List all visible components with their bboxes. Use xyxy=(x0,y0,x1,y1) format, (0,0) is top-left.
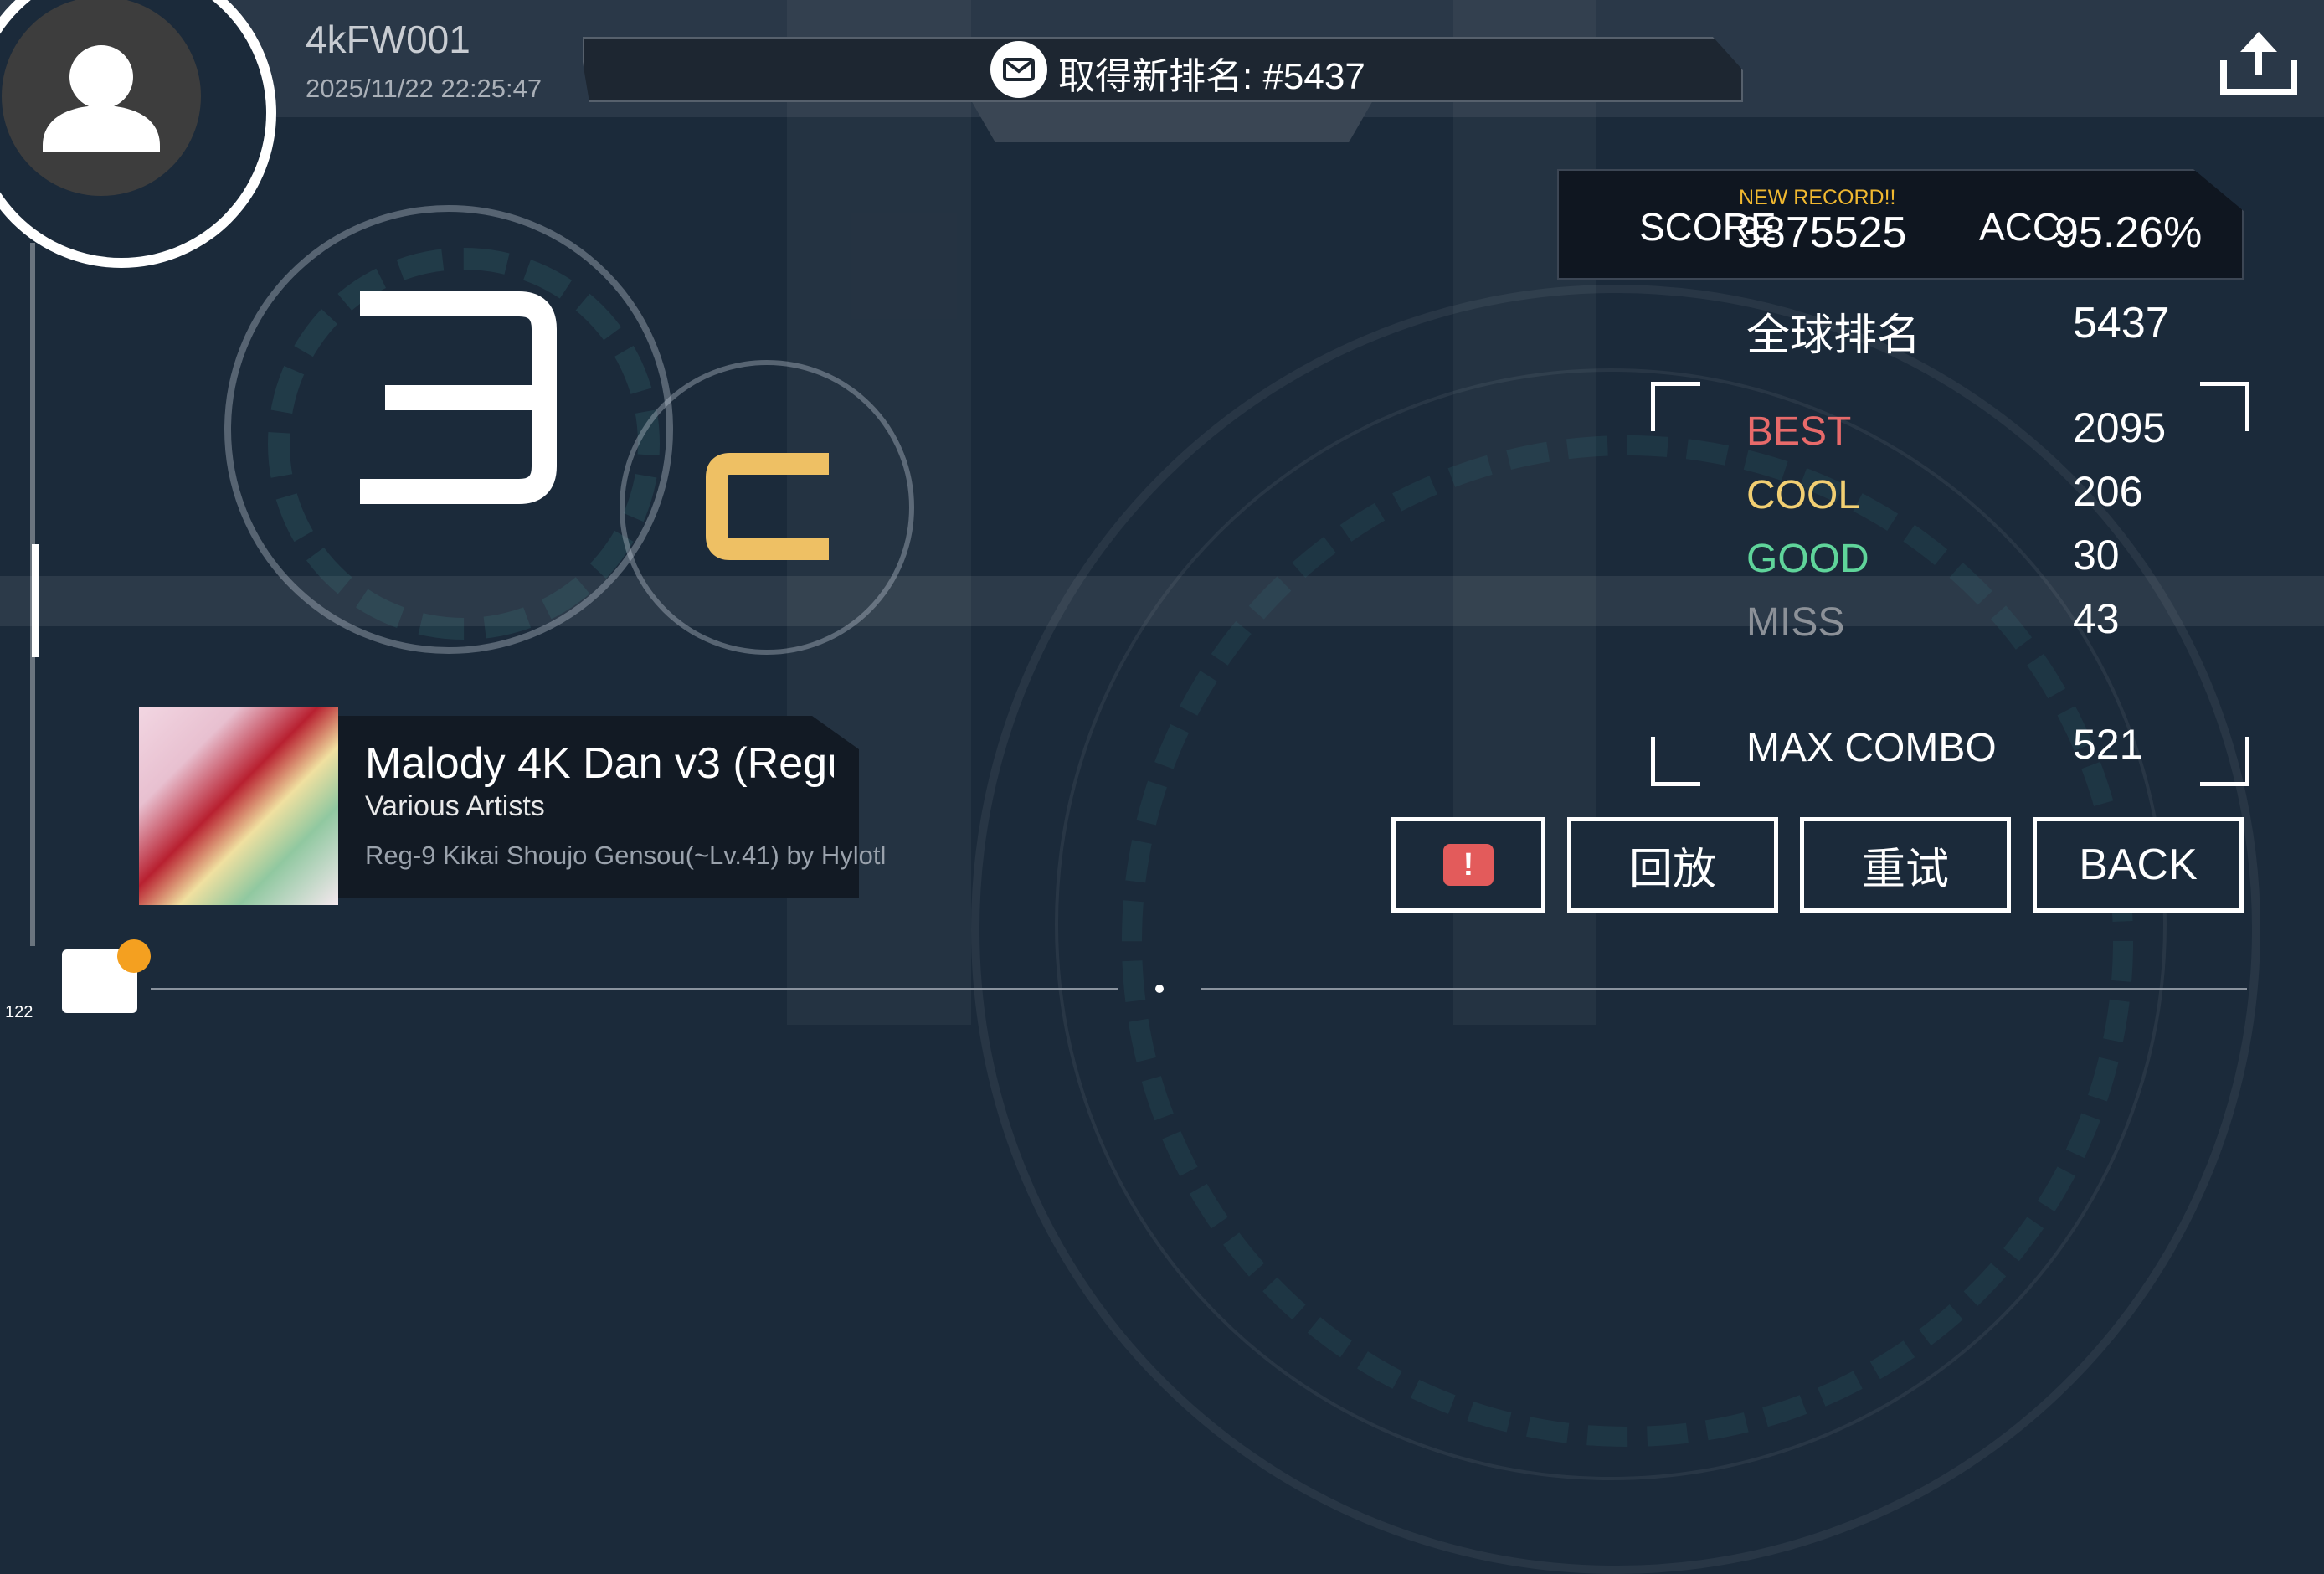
frame-corner xyxy=(1651,382,1700,431)
bottom-divider xyxy=(1201,988,2247,990)
username: 4kFW001 xyxy=(306,18,470,61)
play-datetime: 2025/11/22 22:25:47 xyxy=(306,74,542,103)
notification-dot xyxy=(117,939,151,973)
corner-number: 122 xyxy=(5,1003,33,1021)
max-combo-value: 521 xyxy=(2073,721,2143,768)
avatar[interactable] xyxy=(0,0,276,268)
global-rank-value: 5437 xyxy=(2073,299,2170,347)
album-cover xyxy=(139,707,338,905)
report-button[interactable]: ! xyxy=(1391,817,1545,913)
page-indicator-dot xyxy=(1155,985,1164,993)
song-title: Malody 4K Dan v3 (Regul··· xyxy=(365,739,834,788)
left-frame-tick xyxy=(32,544,39,657)
chart-info: Reg-9 Kikai Shoujo Gensou(~Lv.41) by Hyl… xyxy=(365,841,887,870)
judgement-label-cool: COOL xyxy=(1746,473,1861,517)
report-icon: ! xyxy=(1443,844,1494,886)
judgement-value-cool: 206 xyxy=(2073,468,2143,515)
max-combo-label: MAX COMBO xyxy=(1746,726,1997,770)
grade-letter-glyph xyxy=(706,453,829,560)
judgement-label-miss: MISS xyxy=(1746,600,1845,645)
judgement-value-good: 30 xyxy=(2073,532,2120,579)
judgement-value-best: 2095 xyxy=(2073,404,2167,451)
back-button[interactable]: BACK xyxy=(2033,817,2244,913)
grade-level-glyph xyxy=(360,291,557,504)
mail-icon[interactable] xyxy=(990,41,1047,98)
accuracy-value: 95.26% xyxy=(2054,208,2203,257)
judgement-value-miss: 43 xyxy=(2073,595,2120,642)
new-record-badge: NEW RECORD!! xyxy=(1739,186,1896,209)
user-icon xyxy=(43,45,160,152)
new-rank-text: 取得新排名: #5437 xyxy=(1058,56,1365,97)
frame-corner xyxy=(1651,737,1700,786)
avatar-placeholder xyxy=(2,0,201,196)
replay-button[interactable]: 回放 xyxy=(1567,817,1778,913)
share-icon[interactable] xyxy=(2217,27,2301,97)
global-rank-label: 全球排名 xyxy=(1746,311,1921,360)
background-ring xyxy=(1122,435,2133,1447)
score-value: 3875525 xyxy=(1737,208,1907,257)
song-artist: Various Artists xyxy=(365,790,545,822)
judgement-label-best: BEST xyxy=(1746,409,1852,454)
judgement-label-good: GOOD xyxy=(1746,537,1869,581)
bottom-divider xyxy=(151,988,1118,990)
frame-corner xyxy=(2200,737,2249,786)
frame-corner xyxy=(2200,382,2249,431)
retry-button[interactable]: 重试 xyxy=(1800,817,2011,913)
banner-tab xyxy=(971,100,1373,142)
